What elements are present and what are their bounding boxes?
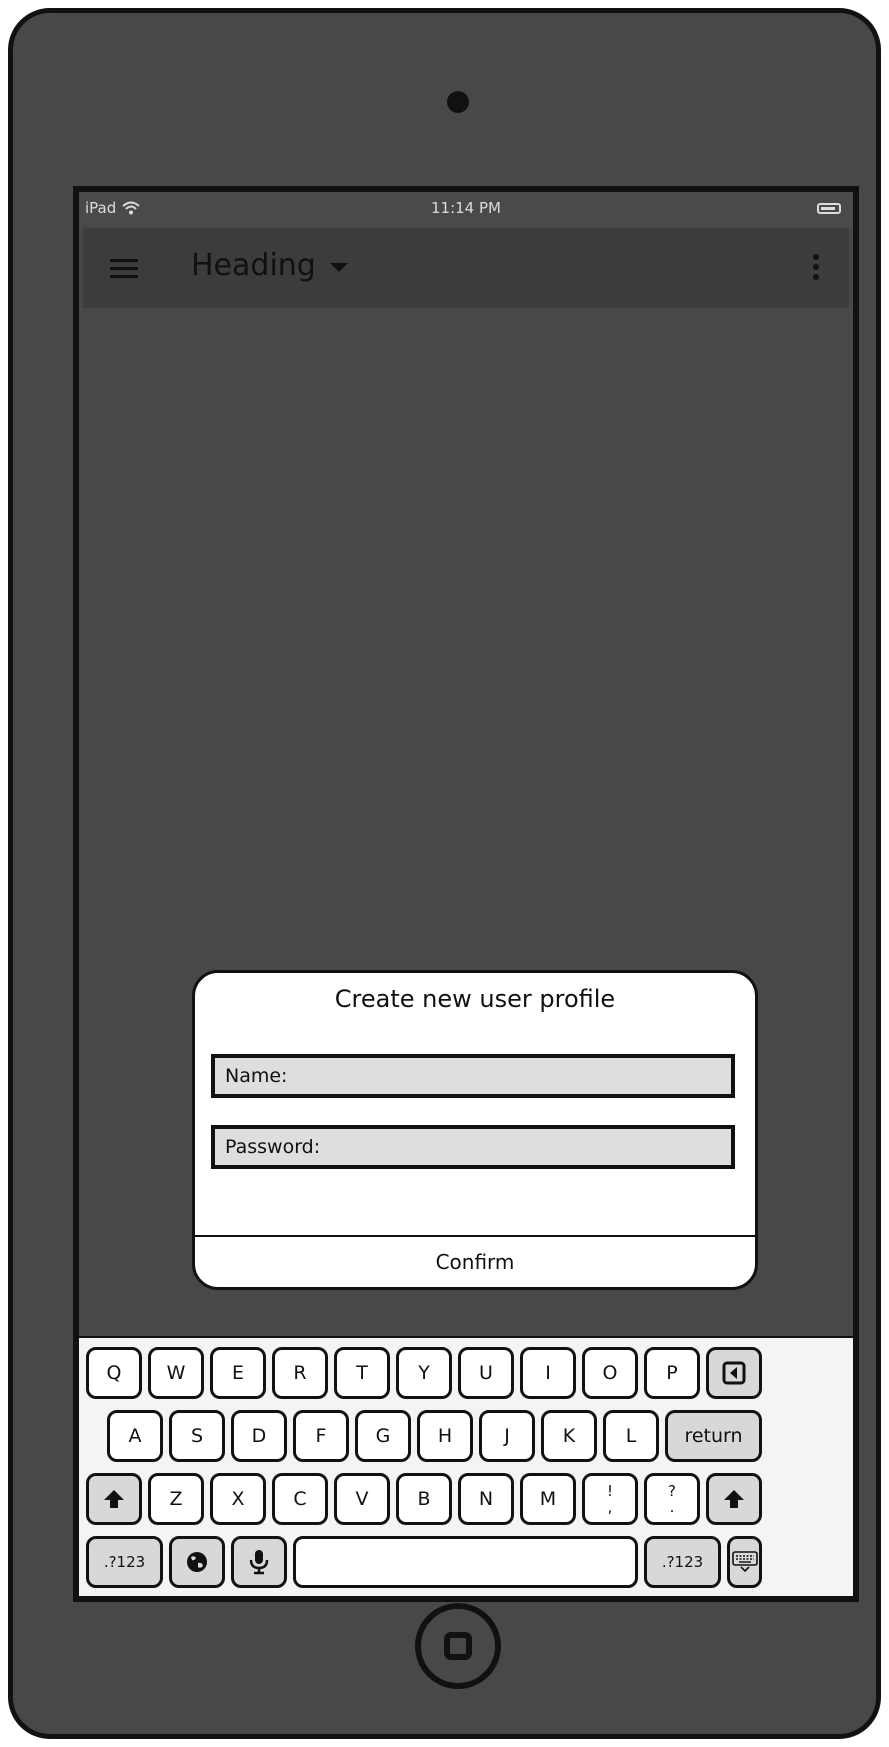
key-k[interactable]: K	[541, 1410, 597, 1462]
key-a[interactable]: A	[107, 1410, 163, 1462]
confirm-button-label: Confirm	[435, 1250, 515, 1274]
space-key[interactable]	[293, 1536, 638, 1588]
key-question-label: ?	[668, 1482, 676, 1500]
password-field[interactable]: Password:	[211, 1125, 735, 1169]
caret-down-icon	[329, 263, 348, 272]
dialog-title: Create new user profile	[334, 985, 616, 1013]
key-h[interactable]: H	[417, 1410, 473, 1462]
shift-key-left[interactable]	[86, 1473, 142, 1525]
key-g[interactable]: G	[355, 1410, 411, 1462]
shift-arrow-icon	[104, 1490, 124, 1508]
key-z[interactable]: Z	[148, 1473, 204, 1525]
page-title: Heading	[191, 248, 316, 283]
hide-keyboard-icon	[731, 1551, 758, 1573]
key-comma-label: ,	[607, 1498, 613, 1516]
key-t[interactable]: T	[334, 1347, 390, 1399]
punct-stack-2: ? .	[668, 1483, 676, 1515]
ipad-device-frame: iPad 11:14 PM Heading Create new user pr…	[8, 8, 881, 1739]
name-field-label: Name:	[225, 1065, 288, 1087]
key-n[interactable]: N	[458, 1473, 514, 1525]
status-bar: iPad 11:14 PM	[79, 192, 853, 225]
hide-keyboard-key[interactable]	[727, 1536, 762, 1588]
key-question-period[interactable]: ? .	[644, 1473, 700, 1525]
mic-key[interactable]	[231, 1536, 287, 1588]
key-w[interactable]: W	[148, 1347, 204, 1399]
confirm-button[interactable]: Confirm	[195, 1237, 755, 1287]
key-x[interactable]: X	[210, 1473, 266, 1525]
key-f[interactable]: F	[293, 1410, 349, 1462]
key-u[interactable]: U	[458, 1347, 514, 1399]
key-v[interactable]: V	[334, 1473, 390, 1525]
key-b[interactable]: B	[396, 1473, 452, 1525]
key-i[interactable]: I	[520, 1347, 576, 1399]
numbers-key-right[interactable]: .?123	[644, 1536, 721, 1588]
keyboard-row-1: Q W E R T Y U I O P	[79, 1347, 853, 1399]
home-button-icon	[444, 1632, 472, 1660]
battery-icon	[817, 203, 841, 214]
shift-key-right[interactable]	[706, 1473, 762, 1525]
microphone-icon	[249, 1550, 269, 1575]
key-exclaim-label: !	[606, 1482, 613, 1500]
key-m[interactable]: M	[520, 1473, 576, 1525]
app-toolbar: Heading	[83, 228, 849, 308]
keyboard-row-3: Z X C V B N M ! , ? .	[79, 1473, 853, 1525]
camera-icon	[447, 91, 469, 113]
punct-stack-1: ! ,	[607, 1483, 613, 1515]
name-field[interactable]: Name:	[211, 1054, 735, 1098]
globe-icon	[187, 1552, 207, 1572]
key-l[interactable]: L	[603, 1410, 659, 1462]
key-e[interactable]: E	[210, 1347, 266, 1399]
keyboard-row-2: A S D F G H J K L return	[79, 1410, 853, 1462]
status-time: 11:14 PM	[431, 199, 501, 217]
key-c[interactable]: C	[272, 1473, 328, 1525]
globe-key[interactable]	[169, 1536, 225, 1588]
key-o[interactable]: O	[582, 1347, 638, 1399]
key-s[interactable]: S	[169, 1410, 225, 1462]
key-y[interactable]: Y	[396, 1347, 452, 1399]
return-key[interactable]: return	[665, 1410, 762, 1462]
key-exclaim-comma[interactable]: ! ,	[582, 1473, 638, 1525]
numbers-key-left[interactable]: .?123	[86, 1536, 163, 1588]
key-r[interactable]: R	[272, 1347, 328, 1399]
backspace-icon	[722, 1361, 746, 1385]
heading-dropdown[interactable]: Heading	[191, 248, 348, 283]
screen: iPad 11:14 PM Heading Create new user pr…	[73, 186, 859, 1602]
kebab-menu-icon[interactable]	[813, 254, 819, 282]
key-d[interactable]: D	[231, 1410, 287, 1462]
create-user-dialog: Create new user profile Name: Password: …	[192, 970, 758, 1290]
shift-arrow-icon	[724, 1490, 744, 1508]
password-field-label: Password:	[225, 1136, 321, 1158]
on-screen-keyboard: Q W E R T Y U I O P A S D F G H J K L re…	[79, 1336, 853, 1596]
key-p[interactable]: P	[644, 1347, 700, 1399]
backspace-key[interactable]	[706, 1347, 762, 1399]
key-q[interactable]: Q	[86, 1347, 142, 1399]
hamburger-menu-icon[interactable]	[110, 256, 138, 280]
key-period-label: .	[669, 1498, 675, 1516]
key-j[interactable]: J	[479, 1410, 535, 1462]
keyboard-row-4: .?123 .?123	[79, 1536, 853, 1588]
home-button[interactable]	[415, 1603, 501, 1689]
